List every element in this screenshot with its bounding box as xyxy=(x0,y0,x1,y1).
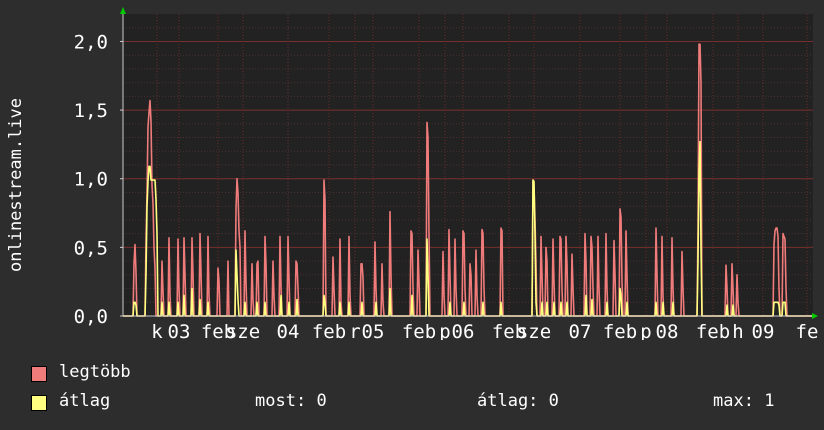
x-tick-label: 07 xyxy=(569,321,592,340)
y-tick-label: 0,5 xyxy=(74,237,108,259)
y-tick-label: 1,0 xyxy=(74,169,108,191)
y-axis-arrow-icon xyxy=(120,7,126,14)
x-tick-label: feb xyxy=(603,321,637,340)
x-axis-arrow-icon xyxy=(812,313,818,319)
x-tick-label: fe xyxy=(796,321,819,340)
x-tick-label: p xyxy=(439,321,450,340)
y-tick-label: 2,0 xyxy=(74,32,108,54)
traffic-chart: 0,00,51,01,52,0 k 03 febsze 04 feb r 05 feb p 06 f… xyxy=(74,7,818,340)
x-tick-label: sze xyxy=(517,321,551,340)
x-tick-label: 06 xyxy=(452,321,475,340)
stat-avg-value: 0 xyxy=(548,391,559,411)
legend-label-max: legtöbb xyxy=(59,362,131,382)
y-tick-label: 0,0 xyxy=(74,306,108,328)
x-tick-label: 08 xyxy=(656,321,679,340)
y-tick-label: 1,5 xyxy=(74,100,108,122)
stat-max-value: 1 xyxy=(764,391,775,411)
x-tick-label: k xyxy=(151,321,163,340)
stat-avg-label: átlag: xyxy=(477,391,539,411)
x-tick-label: feb xyxy=(312,321,346,340)
y-axis-label: onlinestream.live xyxy=(6,98,26,272)
y-tick-labels: 0,0 0,5 1,0 1,5 2,0 xyxy=(74,32,123,328)
stat-now: most: 0 xyxy=(255,391,327,411)
stat-max: max: 1 xyxy=(713,391,774,411)
legend-swatch-avg xyxy=(31,395,47,411)
x-tick-label: 03 xyxy=(168,321,191,340)
stat-now-value: 0 xyxy=(316,391,327,411)
legend-label-avg: átlag xyxy=(59,391,111,411)
x-tick-labels: k 03 febsze 04 feb r 05 feb p 06 febsze 07 feb p 08 feb… xyxy=(151,321,818,340)
x-tick-label: p xyxy=(640,321,651,340)
stat-now-label: most: xyxy=(255,391,307,411)
x-tick-label: h xyxy=(732,321,743,340)
x-tick-label: sze xyxy=(226,321,260,340)
x-tick-label: 04 xyxy=(277,321,300,340)
x-tick-label: r xyxy=(349,321,360,340)
legend-swatch-max xyxy=(31,366,47,382)
x-tick-label: feb xyxy=(402,321,436,340)
stat-max-label: max: xyxy=(713,391,754,411)
x-tick-label: 09 xyxy=(752,321,775,340)
stat-avg: átlag: 0 xyxy=(477,391,559,411)
x-tick-label: feb xyxy=(696,321,730,340)
x-tick-label: 05 xyxy=(362,321,385,340)
